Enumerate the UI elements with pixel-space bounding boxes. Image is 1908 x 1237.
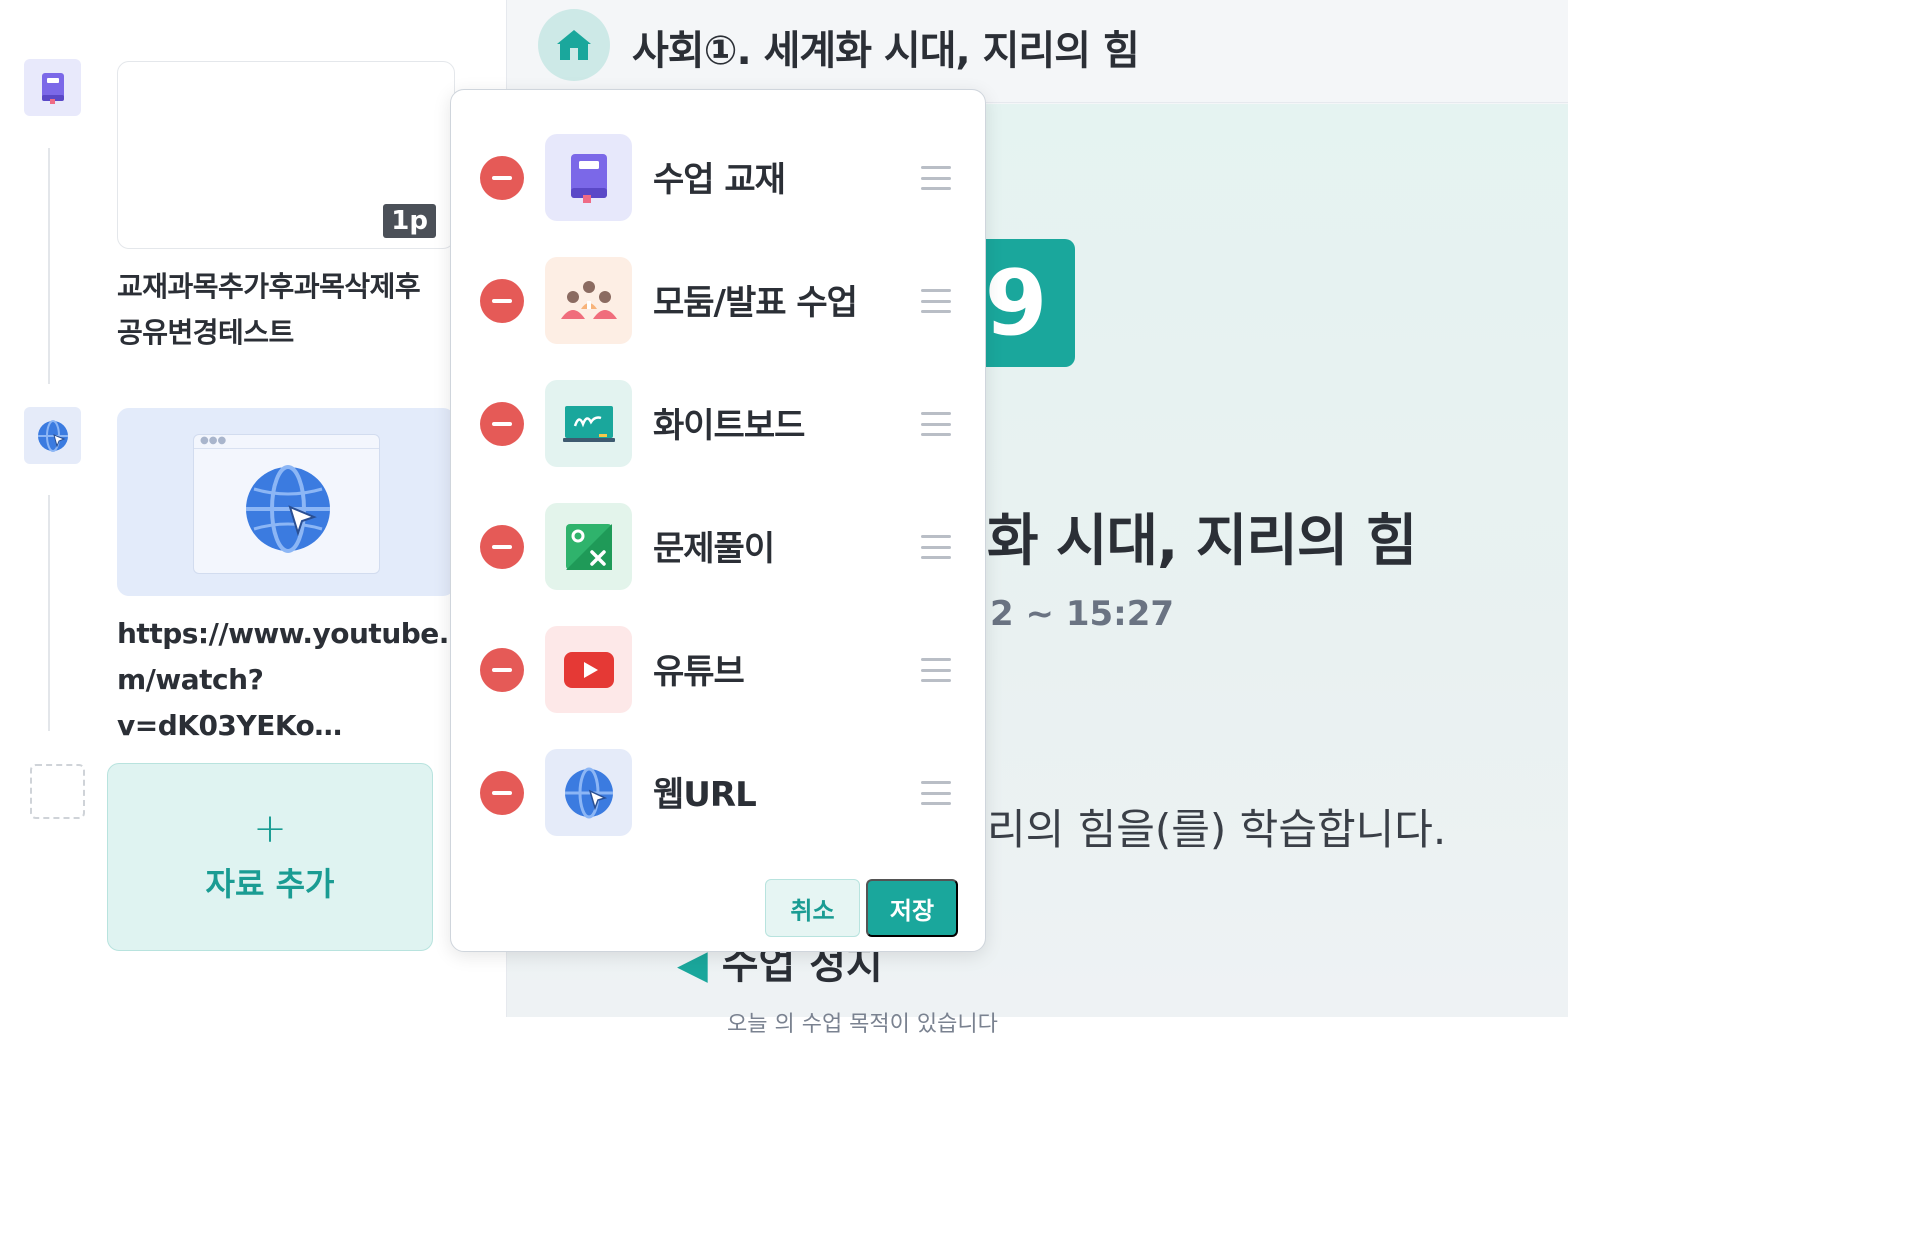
material-title-line1: 교재과목추가후과목삭제후 [117, 270, 421, 303]
material-type-label: 화이트보드 [653, 406, 805, 446]
globe-icon [246, 465, 330, 553]
remove-button[interactable] [480, 771, 524, 815]
material-thumbnail[interactable]: ●●● [117, 408, 455, 596]
material-type-label: 웹URL [653, 775, 757, 815]
browser-dots-icon: ●●● [194, 435, 379, 449]
textbook-icon [24, 59, 81, 116]
material-type-row: 웹URL [451, 749, 987, 849]
material-type-row: 모둠/발표 수업 [451, 257, 987, 357]
drag-handle-icon[interactable] [921, 412, 951, 436]
minus-icon [492, 668, 512, 672]
minus-icon [492, 299, 512, 303]
material-type-editor-popup: 수업 교재 모둠/발표 수업 화이트보드 문제풀이 유튜브 웹URL 취소 저장 [450, 89, 986, 952]
remove-button[interactable] [480, 525, 524, 569]
minus-icon [492, 176, 512, 180]
problem-solving-icon [545, 503, 632, 590]
whiteboard-icon [545, 380, 632, 467]
material-title-line2: m/watch?v=dK03YEKo… [117, 663, 342, 742]
minus-icon [492, 791, 512, 795]
textbook-icon [545, 134, 632, 221]
plus-icon: + [253, 806, 287, 852]
material-type-row: 문제풀이 [451, 503, 987, 603]
material-title[interactable]: 교재과목추가후과목삭제후 공유변경테스트 [117, 264, 457, 356]
drag-handle-icon[interactable] [921, 289, 951, 313]
page-count-badge: 1p [383, 204, 436, 238]
timeline-connector [48, 495, 50, 731]
add-material-label: 자료 추가 [205, 865, 335, 903]
empty-timeline-slot [30, 764, 85, 819]
material-type-row: 유튜브 [451, 626, 987, 726]
material-title[interactable]: https://www.youtube.co m/watch?v=dK03YEK… [117, 611, 484, 749]
remove-button[interactable] [480, 156, 524, 200]
drag-handle-icon[interactable] [921, 166, 951, 190]
drag-handle-icon[interactable] [921, 535, 951, 559]
material-type-row: 수업 교재 [451, 134, 987, 234]
material-thumbnail[interactable]: 1p [117, 61, 455, 249]
cancel-button[interactable]: 취소 [765, 879, 860, 937]
remove-button[interactable] [480, 648, 524, 692]
youtube-icon [545, 626, 632, 713]
minus-icon [492, 545, 512, 549]
section-subtext: 오늘 의 수업 목적이 있습니다 [727, 1012, 998, 1037]
save-button[interactable]: 저장 [866, 879, 958, 937]
drag-handle-icon[interactable] [921, 658, 951, 682]
drag-handle-icon[interactable] [921, 781, 951, 805]
minus-icon [492, 422, 512, 426]
remove-button[interactable] [480, 279, 524, 323]
material-type-label: 수업 교재 [653, 160, 786, 200]
lesson-big-title: 화 시대, 지리의 힘 [987, 509, 1417, 574]
lesson-description: 리의 힘을(를) 학습합니다. [987, 805, 1447, 854]
group-presentation-icon [545, 257, 632, 344]
material-type-label: 문제풀이 [653, 529, 775, 569]
lesson-time: 2 ~ 15:27 [990, 594, 1175, 634]
material-type-label: 모둠/발표 수업 [653, 283, 858, 323]
timeline-connector [48, 148, 50, 384]
material-title-line1: https://www.youtube.co [117, 617, 484, 650]
home-button[interactable] [538, 9, 610, 81]
material-title-line2: 공유변경테스트 [117, 316, 294, 349]
lesson-title: 사회①. 세계화 시대, 지리의 힘 [632, 28, 1140, 74]
web-url-icon [545, 749, 632, 836]
material-type-label: 유튜브 [653, 652, 745, 692]
material-list-panel: 1p 교재과목추가후과목삭제후 공유변경테스트 ●●● https://www.… [0, 0, 507, 1017]
material-type-row: 화이트보드 [451, 380, 987, 480]
lesson-header: 사회①. 세계화 시대, 지리의 힘 [507, 0, 1568, 103]
home-icon [557, 30, 591, 60]
remove-button[interactable] [480, 402, 524, 446]
browser-window-illustration: ●●● [193, 434, 380, 574]
add-material-button[interactable]: + 자료 추가 [107, 763, 433, 951]
web-url-icon [24, 407, 81, 464]
